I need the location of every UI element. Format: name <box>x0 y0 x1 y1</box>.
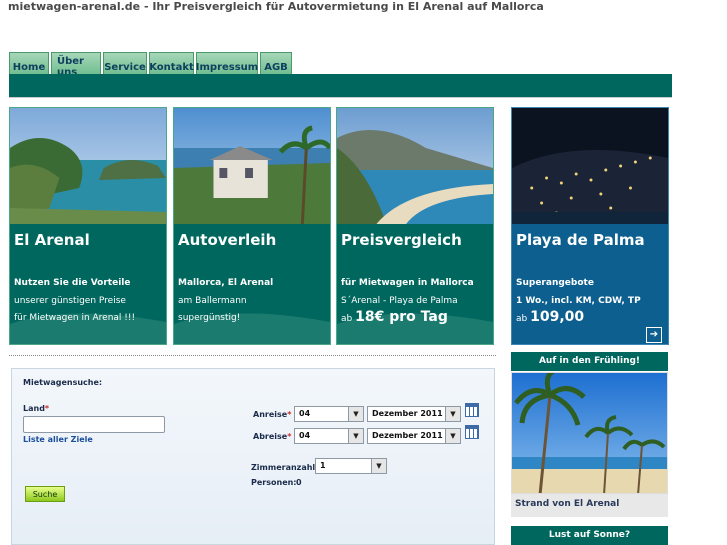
nav-bar <box>9 74 672 97</box>
rental-search-form: Mietwagensuche: Land* Liste aller Ziele … <box>11 368 495 545</box>
card-line: 1 Wo., incl. KM, CDW, TP <box>516 296 641 306</box>
rooms-select[interactable]: 1 ▼ <box>315 458 387 474</box>
card-title: Autoverleih <box>178 231 277 249</box>
abreise-label: Abreise* <box>253 432 292 441</box>
card-line: Nutzen Sie die Vorteile <box>14 278 131 288</box>
all-destinations-link[interactable]: Liste aller Ziele <box>23 435 93 444</box>
price-value: 18€ pro Tag <box>355 309 448 325</box>
calendar-icon[interactable] <box>465 425 479 439</box>
spring-heading: Auf in den Frühling! <box>511 352 668 371</box>
rooms-label: Zimmeranzahl <box>251 463 316 472</box>
villa-image <box>174 108 330 224</box>
land-label: Land* <box>23 404 50 413</box>
calendar-icon[interactable] <box>465 403 479 417</box>
nav-bar-shadow <box>9 97 672 98</box>
card-price-line: ab 18€ pro Tag <box>341 309 448 325</box>
site-title: mietwagen-arenal.de - Ihr Preisvergleich… <box>8 0 544 13</box>
chevron-down-icon: ▼ <box>348 407 363 421</box>
card-line: supergünstig! <box>178 313 241 323</box>
search-heading: Mietwagensuche: <box>23 378 103 387</box>
card-line: S´Arenal - Playa de Palma <box>341 296 458 306</box>
arrow-right-icon[interactable]: ➔ <box>646 327 662 343</box>
section-divider <box>9 355 496 356</box>
chevron-down-icon: ▼ <box>445 407 460 421</box>
anreise-month-select[interactable]: Dezember 2011 ▼ <box>367 406 461 422</box>
coast-island-image <box>10 108 166 224</box>
card-line: Mallorca, El Arenal <box>178 278 274 288</box>
search-button[interactable]: Suche <box>25 486 65 502</box>
card-title: Preisvergleich <box>341 231 462 249</box>
price-prefix: ab <box>341 314 353 324</box>
teaser-el-arenal[interactable]: El Arenal Nutzen Sie die Vorteile unsere… <box>9 107 167 345</box>
sun-heading: Lust auf Sonne? <box>511 526 668 545</box>
persons-value: 0 <box>296 478 302 487</box>
teaser-playa-de-palma[interactable]: Playa de Palma Superangebote 1 Wo., incl… <box>511 107 669 345</box>
card-title: Playa de Palma <box>516 231 645 249</box>
chevron-down-icon: ▼ <box>445 429 460 443</box>
teaser-preisvergleich[interactable]: Preisvergleich für Mietwagen in Mallorca… <box>336 107 494 345</box>
beach-palms-image <box>512 373 667 493</box>
chevron-down-icon: ▼ <box>371 459 386 473</box>
teaser-autoverleih[interactable]: Autoverleih Mallorca, El Arenal am Balle… <box>173 107 331 345</box>
card-line: Superangebote <box>516 278 594 288</box>
anreise-day-select[interactable]: 04 ▼ <box>294 406 364 422</box>
abreise-day-select[interactable]: 04 ▼ <box>294 428 364 444</box>
card-price-line: ab 109,00 <box>516 309 584 325</box>
card-line: unserer günstigen Preise <box>14 296 126 306</box>
persons-label: Personen: <box>251 478 297 487</box>
abreise-month-select[interactable]: Dezember 2011 ▼ <box>367 428 461 444</box>
anreise-label: Anreise* <box>253 410 292 419</box>
photo-caption: Strand von El Arenal <box>511 494 668 517</box>
price-prefix: ab <box>516 314 528 324</box>
card-line: am Ballermann <box>178 296 247 306</box>
night-city-image <box>512 108 668 224</box>
price-value: 109,00 <box>530 309 585 325</box>
card-line: für Mietwagen in Arenal !!! <box>14 313 136 323</box>
chevron-down-icon: ▼ <box>348 429 363 443</box>
land-input[interactable] <box>23 416 165 433</box>
beach-palms-photo[interactable] <box>511 372 668 494</box>
bay-beach-image <box>337 108 493 224</box>
card-line: für Mietwagen in Mallorca <box>341 278 474 288</box>
card-title: El Arenal <box>14 231 90 249</box>
